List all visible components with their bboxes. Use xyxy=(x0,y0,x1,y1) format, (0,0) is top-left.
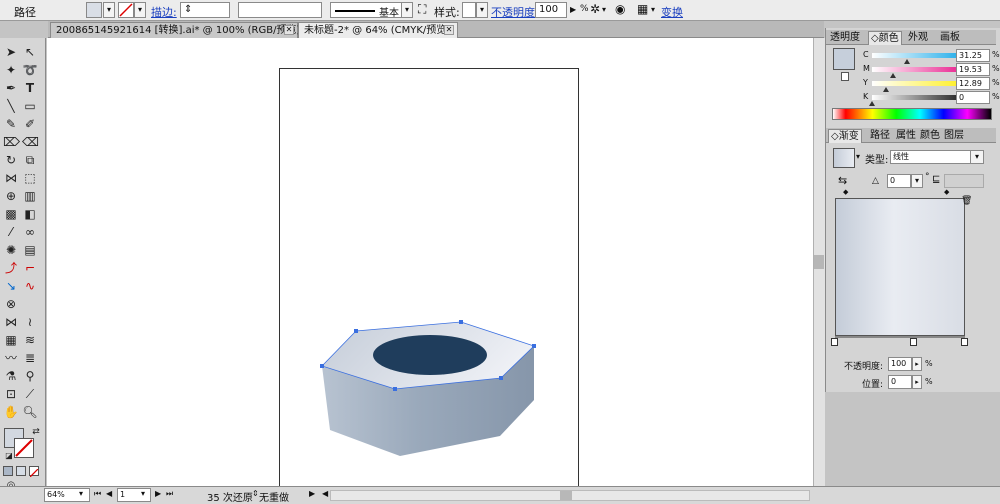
gradient-panel-tabs: ◇渐变 路径 属性 颜色 图层 xyxy=(826,128,996,143)
undo-count: 35 次还原 xyxy=(207,493,253,504)
cyan-slider-row: C 31.25 xyxy=(826,49,996,64)
channel-label: C xyxy=(863,50,869,59)
opacity-label: 不透明度: xyxy=(844,362,884,372)
aspect-ratio-icon: ⊑ xyxy=(932,174,941,185)
next-artboard-icon[interactable]: ▶ xyxy=(155,489,161,498)
unit-label: % xyxy=(992,64,1000,73)
type-dropdown[interactable]: ▾ xyxy=(970,150,984,164)
artboard-dropdown-icon[interactable]: ▾ xyxy=(141,489,145,498)
redo-status: 无重做 xyxy=(259,493,289,504)
reverse-gradient-icon[interactable]: ⇆ xyxy=(838,174,847,187)
gradient-stop-middle[interactable] xyxy=(910,338,917,346)
yellow-slider-row: Y 12.89 xyxy=(826,77,996,92)
location-label: 位置: xyxy=(862,380,884,390)
stop-location-field[interactable]: 0 xyxy=(888,375,912,389)
yellow-value[interactable]: 12.89 xyxy=(956,77,990,90)
midpoint-icon[interactable]: ◆ xyxy=(843,188,848,196)
opacity-dropdown[interactable]: ▸ xyxy=(912,357,922,371)
angle-dropdown[interactable]: ▾ xyxy=(911,174,923,188)
gradient-dropdown-icon[interactable]: ▾ xyxy=(856,152,860,161)
nut-hole[interactable] xyxy=(373,335,487,375)
cyan-value[interactable]: 31.25 xyxy=(956,49,990,62)
undo-dropdown-icon: ⇕ xyxy=(252,489,259,498)
black-slider-row: K 0 xyxy=(826,91,996,106)
artboard-number-field[interactable]: 1 xyxy=(117,488,151,502)
stop-opacity-field[interactable]: 100 xyxy=(888,357,912,371)
unit-label: % xyxy=(925,377,933,386)
angle-icon: △ xyxy=(872,176,879,186)
midpoint-icon[interactable]: ◆ xyxy=(944,188,949,196)
magenta-value[interactable]: 19.53 xyxy=(956,63,990,76)
magenta-slider-row: M 19.53 xyxy=(826,63,996,78)
scroll-left-icon[interactable]: ◀ xyxy=(322,489,328,498)
tab-appearance[interactable]: 外观 xyxy=(906,31,930,45)
horizontal-scrollbar-thumb[interactable] xyxy=(560,491,572,500)
tab-color-2[interactable]: 颜色 xyxy=(918,129,942,143)
tab-layers[interactable]: 图层 xyxy=(942,129,966,143)
last-artboard-icon[interactable]: ⏭ xyxy=(166,489,173,499)
gradient-slider-track[interactable] xyxy=(835,336,965,338)
unit-label: % xyxy=(992,50,1000,59)
channel-label: Y xyxy=(863,78,868,87)
status-bar: 64% ▾ ⏮ ◀ 1 ▾ ▶ ⏭ 35 次还原 ⇕ 无重做 ▶ ◀ xyxy=(0,486,1000,504)
tab-gradient[interactable]: ◇渐变 xyxy=(828,129,862,143)
gradient-stop-left[interactable] xyxy=(831,338,838,346)
first-artboard-icon[interactable]: ⏮ xyxy=(94,489,101,499)
tab-attributes[interactable]: 属性 xyxy=(894,129,918,143)
color-panel-tabs: 透明度 ◇颜色 外观 画板 xyxy=(826,30,996,45)
aspect-ratio-field xyxy=(944,174,984,188)
previous-artboard-icon[interactable]: ◀ xyxy=(106,489,112,498)
unit-label: % xyxy=(925,359,933,368)
gradient-preview[interactable] xyxy=(835,198,965,336)
unit-label: % xyxy=(992,78,1000,87)
tab-color[interactable]: ◇颜色 xyxy=(868,31,902,45)
delete-stop-icon[interactable]: 🗑︎ xyxy=(961,196,972,206)
black-value[interactable]: 0 xyxy=(956,91,990,104)
status-menu-icon[interactable]: ▶ xyxy=(309,489,315,498)
location-dropdown[interactable]: ▸ xyxy=(912,375,922,389)
tab-label: 渐变 xyxy=(838,131,859,142)
gradient-type-value: 线性 xyxy=(893,152,909,161)
gradient-stop-right[interactable] xyxy=(961,338,968,346)
tab-pathfinder[interactable]: 路径 xyxy=(868,129,892,143)
color-spectrum[interactable] xyxy=(832,108,992,120)
tab-transparency[interactable]: 透明度 xyxy=(828,31,862,45)
zoom-dropdown-icon[interactable]: ▾ xyxy=(79,489,83,498)
unit-label: % xyxy=(992,92,1000,101)
type-label: 类型: xyxy=(865,155,889,166)
artboard-number: 1 xyxy=(120,490,126,499)
tab-artboards[interactable]: 画板 xyxy=(938,31,962,45)
tab-label: 颜色 xyxy=(878,33,899,44)
channel-label: K xyxy=(863,92,869,101)
channel-label: M xyxy=(863,64,870,73)
zoom-value: 64% xyxy=(47,490,65,499)
angle-unit: ° xyxy=(925,172,930,182)
scrollbar-thumb[interactable] xyxy=(814,255,824,269)
zoom-field[interactable]: 64% xyxy=(44,488,90,502)
gradient-preview-swatch[interactable] xyxy=(833,148,855,168)
panel-dock: 透明度 ◇颜色 外观 画板 C 31.25 M 19.53 Y 12.89 K xyxy=(825,28,1000,392)
slider-knob[interactable] xyxy=(869,101,875,106)
angle-field[interactable]: 0 xyxy=(887,174,911,188)
